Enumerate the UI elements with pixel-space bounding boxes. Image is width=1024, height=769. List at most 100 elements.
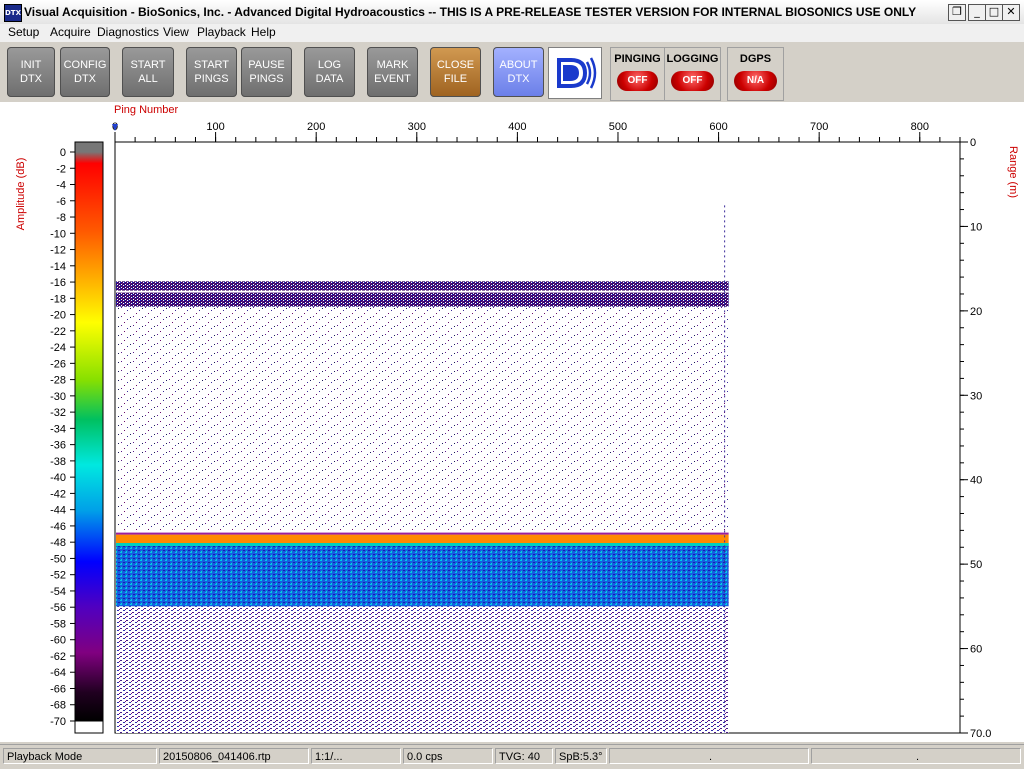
echo-edge [116, 532, 729, 535]
button-label: FILE [443, 73, 468, 85]
colorbar-tick-label: -46 [50, 521, 66, 533]
status-file: 20150806_041406.rtp [159, 748, 309, 764]
colorbar-tick-label: -66 [50, 683, 66, 695]
minimize-icon[interactable]: _ [968, 4, 986, 21]
menu-acquire[interactable]: Acquire [50, 25, 91, 39]
menu-setup[interactable]: Setup [8, 25, 39, 39]
menu-playback[interactable]: Playback [197, 25, 246, 39]
window-title: Visual Acquisition - BioSonics, Inc. - A… [24, 5, 917, 19]
y-tick-label: 50 [970, 559, 982, 571]
colorbar-tick-label: -8 [56, 212, 66, 224]
dgps-label: DGPS [739, 53, 772, 65]
x-tick-label: 100 [206, 121, 224, 133]
echo-edge [116, 543, 729, 547]
echo-feature [116, 306, 729, 531]
colorbar-tick-label: -70 [50, 716, 66, 728]
maximize-icon[interactable]: □ [985, 4, 1003, 21]
status-tvg: TVG: 40 [495, 748, 553, 764]
init-dtx-button[interactable]: INIT DTX [7, 47, 55, 97]
echo-feature [116, 534, 729, 544]
echo-feature [116, 543, 729, 607]
colorbar-tick-label: -64 [50, 667, 66, 679]
biosonics-logo[interactable] [548, 47, 602, 99]
status-spb: SpB:5.3° [555, 748, 607, 764]
colorbar-tick-label: -62 [50, 651, 66, 663]
y-axis-label: Range (m) [1007, 146, 1019, 198]
button-label: INIT [20, 59, 42, 71]
mark-event-button[interactable]: MARK EVENT [367, 47, 418, 97]
button-label: ABOUT [499, 59, 538, 71]
y-tick-label: 40 [970, 475, 982, 487]
x-tick-label: 600 [709, 121, 727, 133]
status-extra-2: . [811, 748, 1021, 764]
x-axis-ticks: 0100200300400500600700800 [112, 121, 961, 142]
menu-view[interactable]: View [163, 25, 189, 39]
colorbar-tick-label: -54 [50, 586, 66, 598]
colorbar-tick-label: -12 [50, 245, 66, 257]
button-label: START [130, 59, 166, 71]
button-label: DTX [20, 73, 42, 85]
colorbar-tick-label: -18 [50, 293, 66, 305]
start-all-button[interactable]: START ALL [122, 47, 174, 97]
button-label: DTX [74, 73, 96, 85]
about-dtx-button[interactable]: ABOUT DTX [493, 47, 544, 97]
colorbar-tick-label: -58 [50, 618, 66, 630]
colorbar-tick-label: -34 [50, 423, 66, 435]
echogram-chart[interactable]: Amplitude (dB) 0 -2 -4 -6 -8 -10 -12 -14 -16 -18 -… [0, 102, 1024, 742]
button-label: ALL [138, 73, 158, 85]
menu-diagnostics[interactable]: Diagnostics [97, 25, 159, 39]
x-tick-label: 800 [911, 121, 929, 133]
close-icon[interactable]: ✕ [1002, 4, 1020, 21]
app-icon: DTX [4, 4, 22, 22]
colorbar-tick-label: -14 [50, 261, 66, 273]
start-pings-button[interactable]: START PINGS [186, 47, 237, 97]
pinging-label: PINGING [614, 53, 661, 65]
close-file-button[interactable]: CLOSE FILE [430, 47, 481, 97]
logging-label: LOGGING [666, 53, 719, 65]
button-label: MARK [376, 59, 409, 71]
colorbar-tick-label: -6 [56, 196, 66, 208]
restore-icon[interactable]: ❐ [948, 4, 966, 21]
button-label: PINGS [194, 73, 229, 85]
echogram-data [116, 205, 729, 733]
echo-feature [116, 281, 729, 307]
button-label: PINGS [249, 73, 284, 85]
button-label: CLOSE [436, 59, 475, 71]
config-dtx-button[interactable]: CONFIG DTX [60, 47, 110, 97]
dgps-state: N/A [734, 71, 777, 91]
colorbar-tick-label: -40 [50, 472, 66, 484]
y-tick-label: 30 [970, 390, 982, 402]
pinging-state: OFF [617, 71, 658, 91]
y-tick-label: 60 [970, 644, 982, 656]
title-bar: DTX Visual Acquisition - BioSonics, Inc.… [0, 0, 1024, 25]
colorbar-tick-label: -28 [50, 375, 66, 387]
colorbar-tick-label: -10 [50, 228, 66, 240]
x-tick-label: 400 [508, 121, 526, 133]
x-tick-label: 200 [307, 121, 325, 133]
pause-pings-button[interactable]: PAUSE PINGS [241, 47, 292, 97]
colorbar [75, 152, 103, 721]
colorbar-tick-label: -44 [50, 505, 66, 517]
menu-help[interactable]: Help [251, 25, 276, 39]
echo-feature [116, 606, 729, 733]
colorbar-tick-label: -24 [50, 342, 66, 354]
x-tick-label: 500 [609, 121, 627, 133]
colorbar-tick-label: -30 [50, 391, 66, 403]
biosonics-logo-icon [557, 57, 597, 89]
status-position: 1:1/... [311, 748, 401, 764]
x-axis-label: Ping Number [114, 104, 179, 116]
colorbar-floor [74, 720, 104, 734]
colorbar-tick-label: -16 [50, 277, 66, 289]
colorbar-tick-label: -32 [50, 407, 66, 419]
toolbar: INIT DTX CONFIG DTX START ALL START PINGS PA… [0, 42, 1024, 102]
colorbar-tick-label: -2 [56, 163, 66, 175]
colorbar-tick-label: -36 [50, 440, 66, 452]
colorbar-tick-label: -56 [50, 602, 66, 614]
colorbar-tick-label: -68 [50, 700, 66, 712]
log-data-button[interactable]: LOG DATA [304, 47, 355, 97]
button-label: PAUSE [248, 59, 285, 71]
x-tick-label: 700 [810, 121, 828, 133]
colorbar-tick-label: -50 [50, 553, 66, 565]
colorbar-tick-label: -20 [50, 310, 66, 322]
logging-state: OFF [671, 71, 714, 91]
